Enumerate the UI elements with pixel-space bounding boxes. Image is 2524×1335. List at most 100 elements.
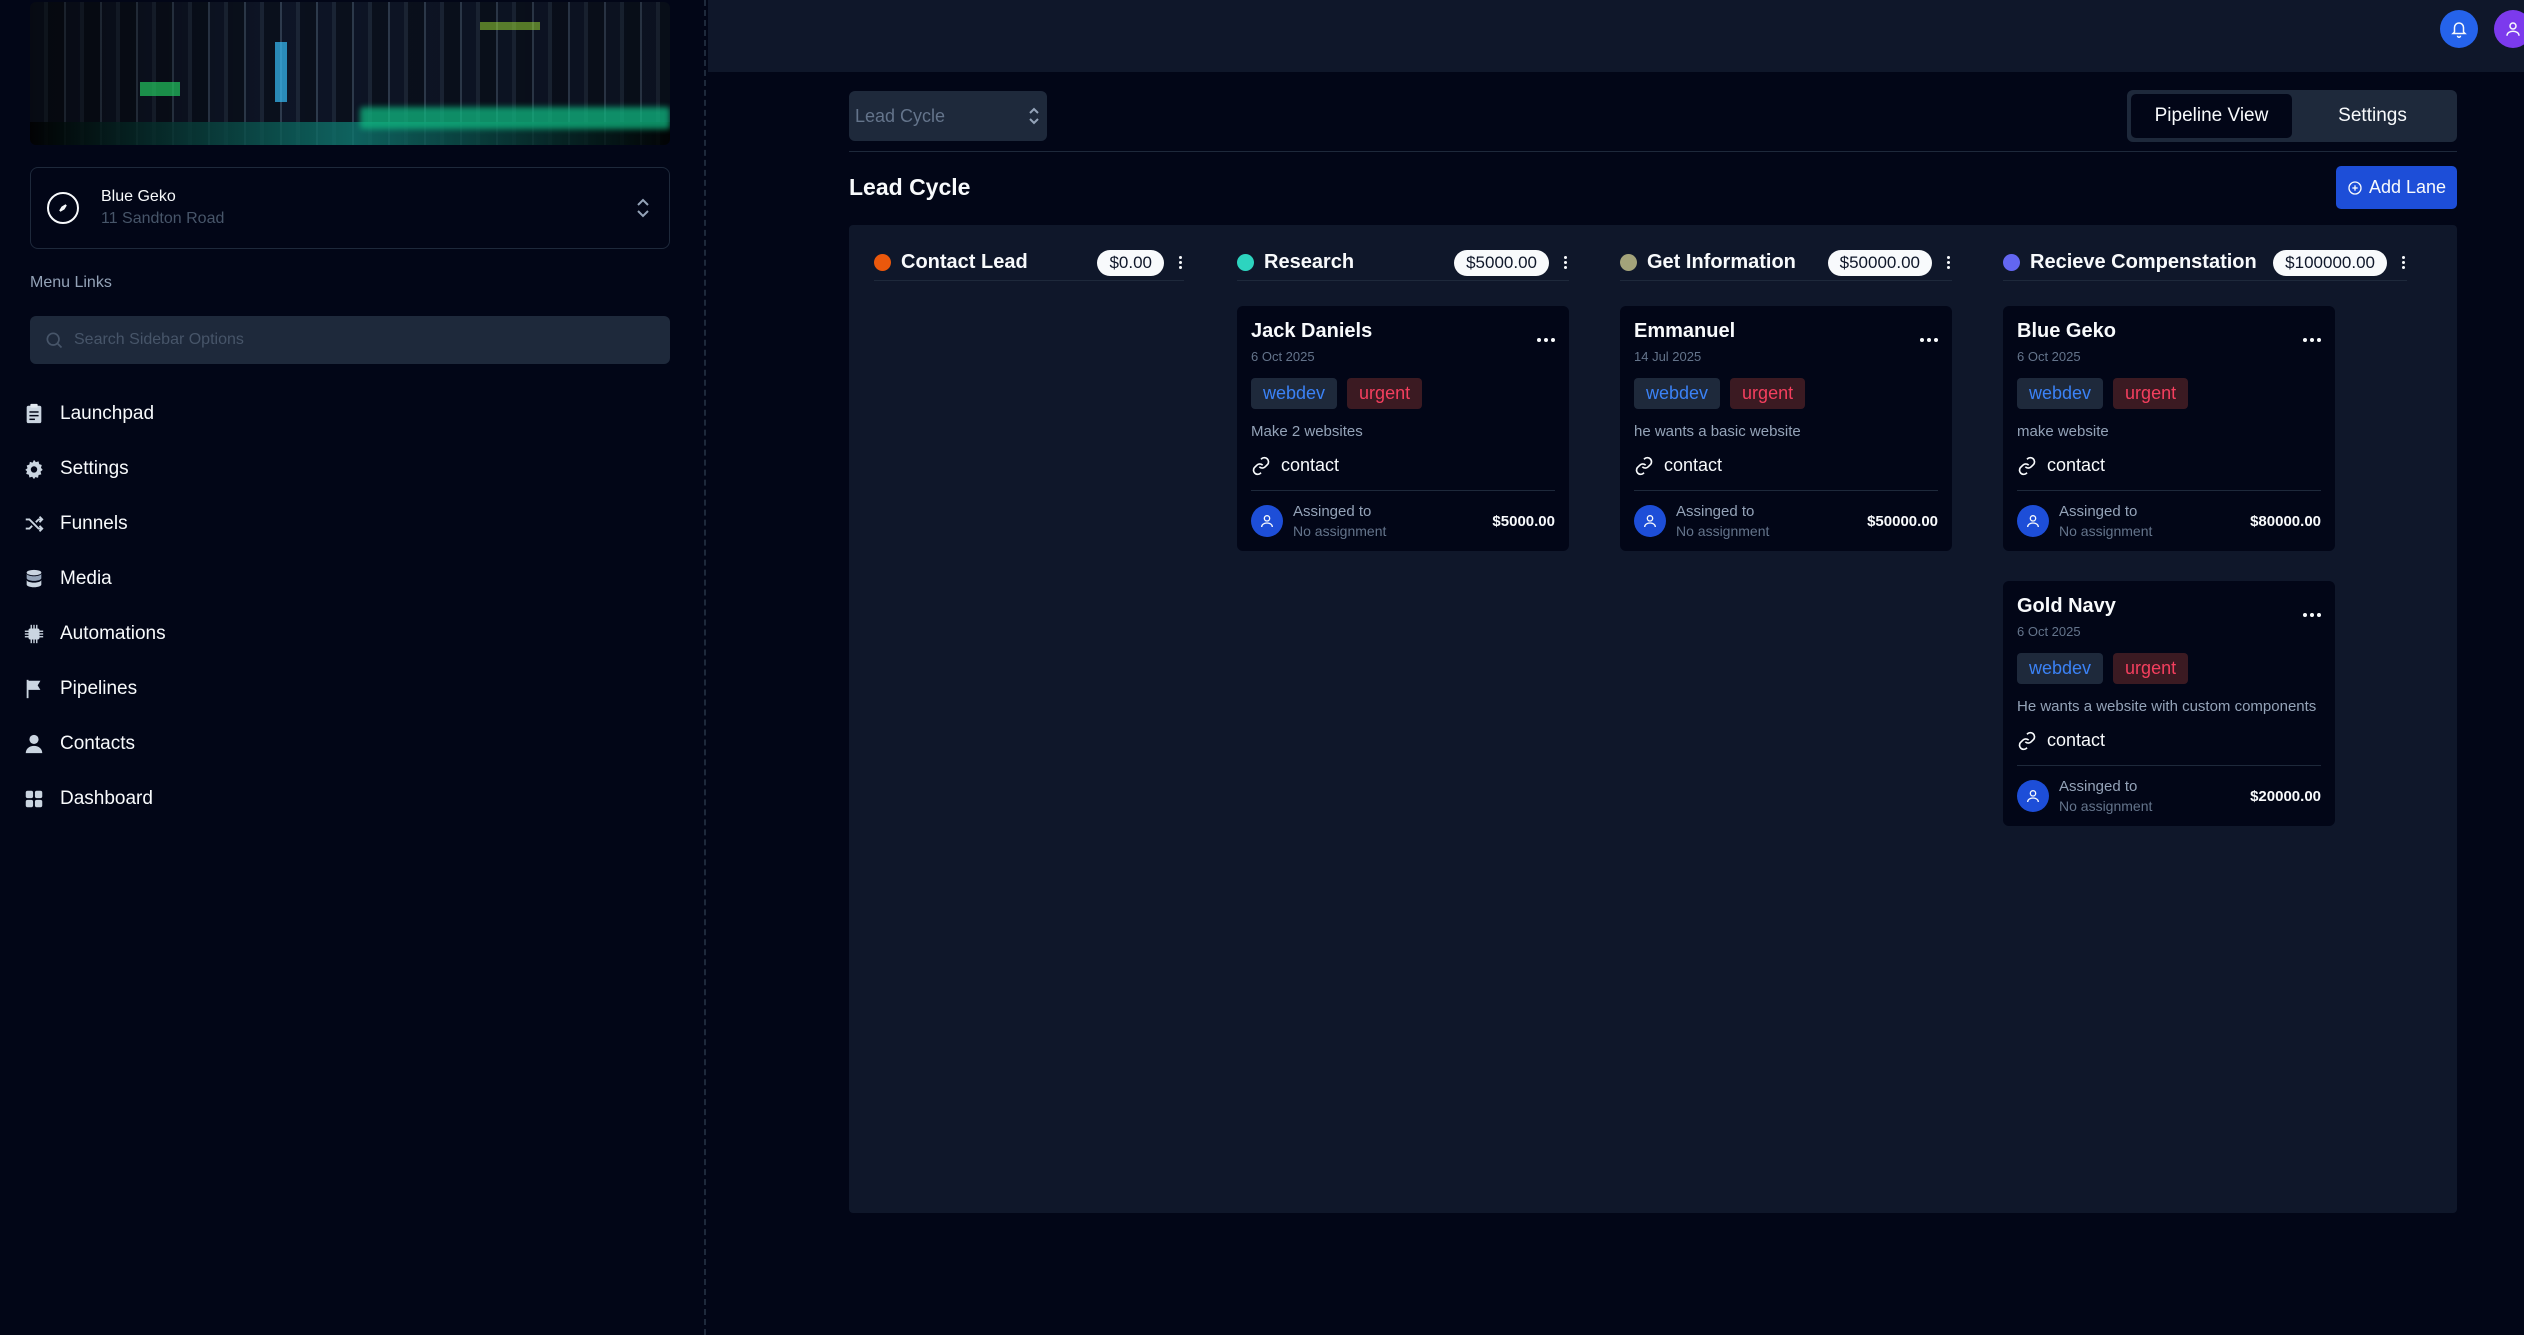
- link-icon: [2018, 456, 2036, 475]
- database-icon: [22, 567, 46, 591]
- sidebar: Blue Geko 11 Sandton Road Menu Links Lau…: [0, 0, 706, 1335]
- sidebar-item-automations[interactable]: Automations: [22, 606, 682, 661]
- lane-color-dot: [1620, 254, 1637, 271]
- card-menu-icon[interactable]: [1920, 338, 1938, 342]
- user-icon: [1644, 515, 1656, 528]
- tag-badge: urgent: [2113, 653, 2189, 684]
- assignee-avatar: [2017, 505, 2049, 537]
- assignee-name: No assignment: [1676, 523, 1770, 539]
- contact-link[interactable]: contact: [1251, 455, 1555, 476]
- lane-menu-icon[interactable]: [1176, 256, 1184, 269]
- card-menu-icon[interactable]: [1537, 338, 1555, 342]
- card-date: 6 Oct 2025: [1251, 349, 1315, 364]
- pipeline-select[interactable]: Lead Cycle: [849, 91, 1047, 141]
- shuffle-icon: [22, 512, 46, 536]
- contact-link-label: contact: [2047, 455, 2106, 475]
- sidebar-item-label: Funnels: [60, 512, 128, 534]
- lane-name: Contact Lead: [901, 251, 1028, 273]
- link-icon: [2018, 731, 2036, 750]
- sidebar-item-label: Automations: [60, 622, 166, 644]
- card-title: Emmanuel: [1634, 320, 1736, 342]
- tab-pipeline-view[interactable]: Pipeline View: [2131, 94, 2292, 138]
- grid-icon: [22, 787, 46, 811]
- sidebar-search-input[interactable]: [74, 331, 634, 349]
- card-amount: $20000.00: [2250, 787, 2321, 805]
- assignee-avatar: [1634, 505, 1666, 537]
- lane-get-information[interactable]: Get Information $50000.00: [1620, 249, 1952, 281]
- sidebar-item-label: Dashboard: [60, 787, 153, 809]
- lane-menu-icon[interactable]: [1944, 256, 1952, 269]
- sidebar-item-settings[interactable]: Settings: [22, 441, 682, 496]
- lane-contact-lead[interactable]: Contact Lead $0.00: [874, 249, 1184, 281]
- divider: [849, 151, 2457, 152]
- gear-icon: [22, 457, 46, 481]
- top-bar: [708, 0, 2524, 72]
- lane-color-dot: [1237, 254, 1254, 271]
- sidebar-item-label: Launchpad: [60, 402, 155, 424]
- lane-color-dot: [2003, 254, 2020, 271]
- tag-badge: webdev: [2017, 378, 2104, 409]
- link-icon: [1252, 456, 1270, 475]
- assignee-name: No assignment: [2059, 523, 2153, 539]
- agency-banner-image: [30, 2, 670, 145]
- add-lane-label: Add Lane: [2368, 177, 2447, 197]
- sidebar-nav: Launchpad Settings Funnels Media Automat…: [22, 386, 682, 826]
- tab-settings[interactable]: Settings: [2292, 94, 2453, 138]
- lane-menu-icon[interactable]: [1561, 256, 1569, 269]
- lane-total: $100000.00: [2273, 249, 2387, 276]
- contact-link[interactable]: contact: [1634, 455, 1938, 476]
- add-lane-button[interactable]: Add Lane: [2336, 166, 2457, 209]
- compass-icon: [47, 192, 79, 224]
- card-menu-icon[interactable]: [2303, 338, 2321, 342]
- notifications-button[interactable]: [2440, 10, 2478, 48]
- flag-icon: [22, 677, 46, 701]
- card-date: 14 Jul 2025: [1634, 349, 1702, 364]
- person-icon: [22, 732, 46, 756]
- page-title: Lead Cycle: [849, 174, 971, 200]
- sidebar-item-contacts[interactable]: Contacts: [22, 716, 682, 771]
- plus-circle-icon: [2348, 180, 2362, 195]
- menu-links-label: Menu Links: [30, 274, 112, 291]
- pipeline-board: Contact Lead $0.00 Research $5000.00 Jac…: [849, 225, 2457, 1213]
- link-icon: [1635, 456, 1653, 475]
- lead-card[interactable]: Emmanuel 14 Jul 2025 webdev urgent he wa…: [1620, 306, 1952, 551]
- assigned-label: Assinged to: [2059, 778, 2138, 795]
- lane-menu-icon[interactable]: [2399, 256, 2407, 269]
- tag-badge: urgent: [1347, 378, 1423, 409]
- tag-badge: webdev: [1251, 378, 1338, 409]
- card-title: Jack Daniels: [1251, 320, 1373, 342]
- view-tabs: Pipeline View Settings: [2127, 90, 2457, 142]
- contact-link[interactable]: contact: [2017, 455, 2321, 476]
- sidebar-item-label: Contacts: [60, 732, 135, 754]
- tag-badge: webdev: [2017, 653, 2104, 684]
- user-icon: [2027, 515, 2039, 528]
- card-date: 6 Oct 2025: [2017, 349, 2081, 364]
- lead-card[interactable]: Blue Geko 6 Oct 2025 webdev urgent make …: [2003, 306, 2335, 551]
- lead-card[interactable]: Gold Navy 6 Oct 2025 webdev urgent He wa…: [2003, 581, 2335, 826]
- sidebar-item-media[interactable]: Media: [22, 551, 682, 606]
- sidebar-item-dashboard[interactable]: Dashboard: [22, 771, 682, 826]
- contact-link-label: contact: [1281, 455, 1340, 475]
- sidebar-item-pipelines[interactable]: Pipelines: [22, 661, 682, 716]
- chevrons-up-down-icon: [1029, 107, 1039, 125]
- assignee-name: No assignment: [2059, 798, 2153, 814]
- lane-recieve-compenstation[interactable]: Recieve Compenstation $100000.00: [2003, 249, 2407, 281]
- assigned-label: Assinged to: [1676, 503, 1755, 520]
- user-avatar[interactable]: [2494, 10, 2524, 48]
- lane-research[interactable]: Research $5000.00: [1237, 249, 1569, 281]
- contact-link[interactable]: contact: [2017, 730, 2321, 751]
- card-menu-icon[interactable]: [2303, 613, 2321, 617]
- assignee-name: No assignment: [1293, 523, 1387, 539]
- user-icon: [1261, 515, 1273, 528]
- sidebar-search[interactable]: [30, 316, 670, 364]
- lane-color-dot: [874, 254, 891, 271]
- card-amount: $5000.00: [1492, 512, 1555, 530]
- card-amount: $80000.00: [2250, 512, 2321, 530]
- pipeline-select-value: Lead Cycle: [855, 105, 946, 126]
- sidebar-item-launchpad[interactable]: Launchpad: [22, 386, 682, 441]
- lead-card[interactable]: Jack Daniels 6 Oct 2025 webdev urgent Ma…: [1237, 306, 1569, 551]
- tag-badge: webdev: [1634, 378, 1721, 409]
- account-name: Blue Geko: [101, 188, 176, 205]
- account-switcher[interactable]: Blue Geko 11 Sandton Road: [30, 167, 670, 249]
- sidebar-item-funnels[interactable]: Funnels: [22, 496, 682, 551]
